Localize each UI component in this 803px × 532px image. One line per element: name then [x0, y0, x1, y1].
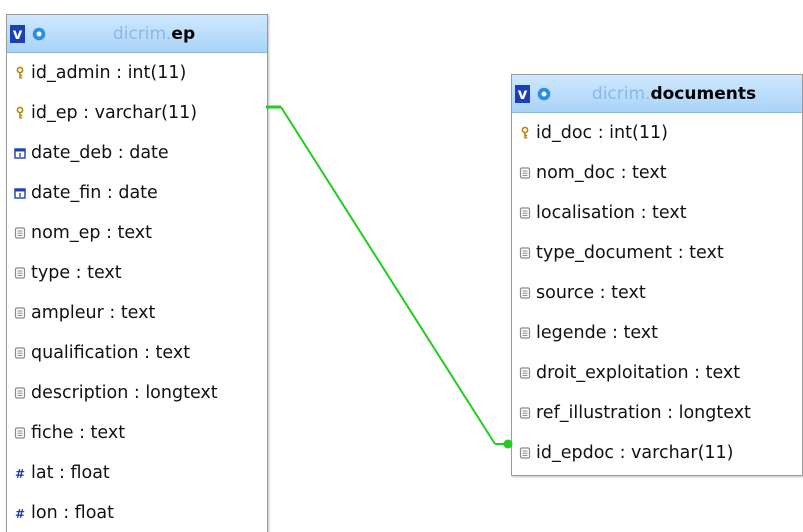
column-label: lat : float: [31, 463, 110, 483]
column-row[interactable]: legende : text: [512, 313, 802, 353]
column-row[interactable]: date_fin : date: [7, 173, 267, 213]
column-row[interactable]: nom_ep : text: [7, 213, 267, 253]
column-label: date_deb : date: [31, 143, 169, 163]
text-field-icon: [14, 347, 26, 359]
text-field-icon: [519, 327, 531, 339]
column-label: lon : float: [31, 503, 114, 523]
text-field-icon: [14, 387, 26, 399]
column-row[interactable]: nom_doc : text: [512, 153, 802, 193]
column-label: legende : text: [536, 323, 659, 343]
column-row[interactable]: fiche : text: [7, 413, 267, 453]
date-icon: [14, 188, 26, 199]
text-field-icon: [14, 307, 26, 319]
column-label: type_document : text: [536, 243, 724, 263]
column-row[interactable]: droit_exploitation : text: [512, 353, 802, 393]
column-label: nom_ep : text: [31, 223, 153, 243]
column-row[interactable]: type_document : text: [512, 233, 802, 273]
table-name: documents: [650, 83, 757, 104]
column-label: localisation : text: [536, 203, 687, 223]
schema-name: dicrim.: [591, 83, 651, 104]
text-field-icon: [519, 287, 531, 299]
key-icon: [16, 66, 24, 79]
gear-icon[interactable]: [536, 86, 552, 102]
table-header[interactable]: v dicrim.ep: [7, 15, 267, 53]
column-label: id_admin : int(11): [31, 63, 187, 83]
text-field-icon: [14, 427, 26, 439]
column-label: ampleur : text: [31, 303, 156, 323]
table-header[interactable]: v dicrim.documents: [512, 75, 802, 113]
table-documents[interactable]: v dicrim.documents id_doc : int(11) nom_d…: [511, 74, 803, 476]
table-title: dicrim.ep: [47, 24, 267, 44]
column-row[interactable]: date_deb : date: [7, 133, 267, 173]
numeric-icon: #: [15, 467, 25, 480]
column-label: ref_illustration : longtext: [536, 403, 751, 423]
designer-canvas: v dicrim.ep id_admin : int(11) id_ep : va…: [0, 0, 803, 532]
table-ep[interactable]: v dicrim.ep id_admin : int(11) id_ep : va…: [6, 14, 268, 532]
table-name: ep: [171, 23, 196, 44]
column-row[interactable]: ampleur : text: [7, 293, 267, 333]
column-row[interactable]: description : longtext: [7, 373, 267, 413]
column-row[interactable]: # lon : float: [7, 493, 267, 532]
column-list: id_doc : int(11) nom_doc : text localisati…: [512, 113, 802, 473]
date-icon: [14, 148, 26, 159]
column-row[interactable]: id_doc : int(11): [512, 113, 802, 153]
relation-line[interactable]: [280, 106, 496, 445]
column-row[interactable]: id_ep : varchar(11): [7, 93, 267, 133]
text-field-icon: [519, 167, 531, 179]
column-list: id_admin : int(11) id_ep : varchar(11) dat…: [7, 53, 267, 532]
column-row[interactable]: source : text: [512, 273, 802, 313]
key-icon: [521, 126, 529, 139]
column-label: description : longtext: [31, 383, 218, 403]
column-label: id_epdoc : varchar(11): [536, 443, 734, 463]
collapse-toggle-icon[interactable]: v: [10, 24, 25, 43]
collapse-toggle-icon[interactable]: v: [515, 84, 530, 103]
column-label: fiche : text: [31, 423, 126, 443]
column-row[interactable]: id_admin : int(11): [7, 53, 267, 93]
numeric-icon: #: [15, 507, 25, 520]
column-label: nom_doc : text: [536, 163, 667, 183]
column-label: type : text: [31, 263, 122, 283]
schema-name: dicrim.: [112, 23, 172, 44]
text-field-icon: [519, 447, 531, 459]
text-field-icon: [14, 227, 26, 239]
column-label: qualification : text: [31, 343, 191, 363]
text-field-icon: [14, 267, 26, 279]
column-label: id_doc : int(11): [536, 123, 668, 143]
column-row[interactable]: ref_illustration : longtext: [512, 393, 802, 433]
svg-text:#: #: [15, 507, 25, 520]
text-field-icon: [519, 207, 531, 219]
table-title: dicrim.documents: [552, 84, 802, 104]
column-label: source : text: [536, 283, 646, 303]
key-icon: [16, 106, 24, 119]
column-row[interactable]: # lat : float: [7, 453, 267, 493]
column-row[interactable]: id_epdoc : varchar(11): [512, 433, 802, 473]
text-field-icon: [519, 367, 531, 379]
column-label: id_ep : varchar(11): [31, 103, 198, 123]
text-field-icon: [519, 407, 531, 419]
gear-icon[interactable]: [31, 26, 47, 42]
column-row[interactable]: qualification : text: [7, 333, 267, 373]
text-field-icon: [519, 247, 531, 259]
column-label: droit_exploitation : text: [536, 363, 741, 383]
column-label: date_fin : date: [31, 183, 158, 203]
svg-text:#: #: [15, 467, 25, 480]
column-row[interactable]: type : text: [7, 253, 267, 293]
column-row[interactable]: localisation : text: [512, 193, 802, 233]
